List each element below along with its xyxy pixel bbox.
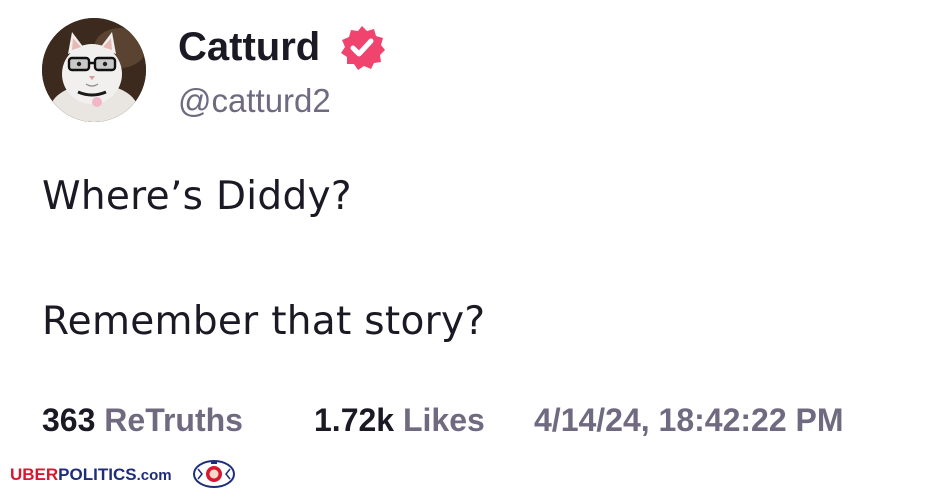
author-avatar[interactable] — [42, 18, 146, 122]
post-timestamp[interactable]: 4/14/24, 18:42:22 PM — [534, 400, 844, 440]
watermark-politics: POLITICS — [58, 465, 137, 484]
post-card: Catturd @catturd2 Where’s Diddy? Remembe… — [0, 0, 940, 488]
post-text-line-2: Remember that story? — [42, 299, 486, 344]
likes-label: Likes — [402, 402, 485, 438]
retruths-label: ReTruths — [104, 402, 243, 438]
likes-count: 1.72k — [314, 402, 395, 438]
cat-with-glasses-avatar-icon — [42, 18, 146, 122]
verified-badge-icon — [338, 24, 386, 72]
author-display-name[interactable]: Catturd — [178, 24, 320, 70]
watermark-uber: UBER — [10, 465, 59, 484]
author-handle[interactable]: @catturd2 — [178, 82, 331, 120]
retruths-stat[interactable]: 363 ReTruths — [42, 400, 243, 440]
watermark-text: UBERPOLITICS.com — [10, 462, 172, 488]
retruths-count: 363 — [42, 402, 96, 438]
watermark-tld: .com — [136, 467, 172, 484]
likes-stat[interactable]: 1.72k Likes — [314, 400, 485, 440]
post-text-line-1: Where’s Diddy? — [42, 174, 352, 219]
lion-crest-logo-icon — [192, 460, 236, 488]
